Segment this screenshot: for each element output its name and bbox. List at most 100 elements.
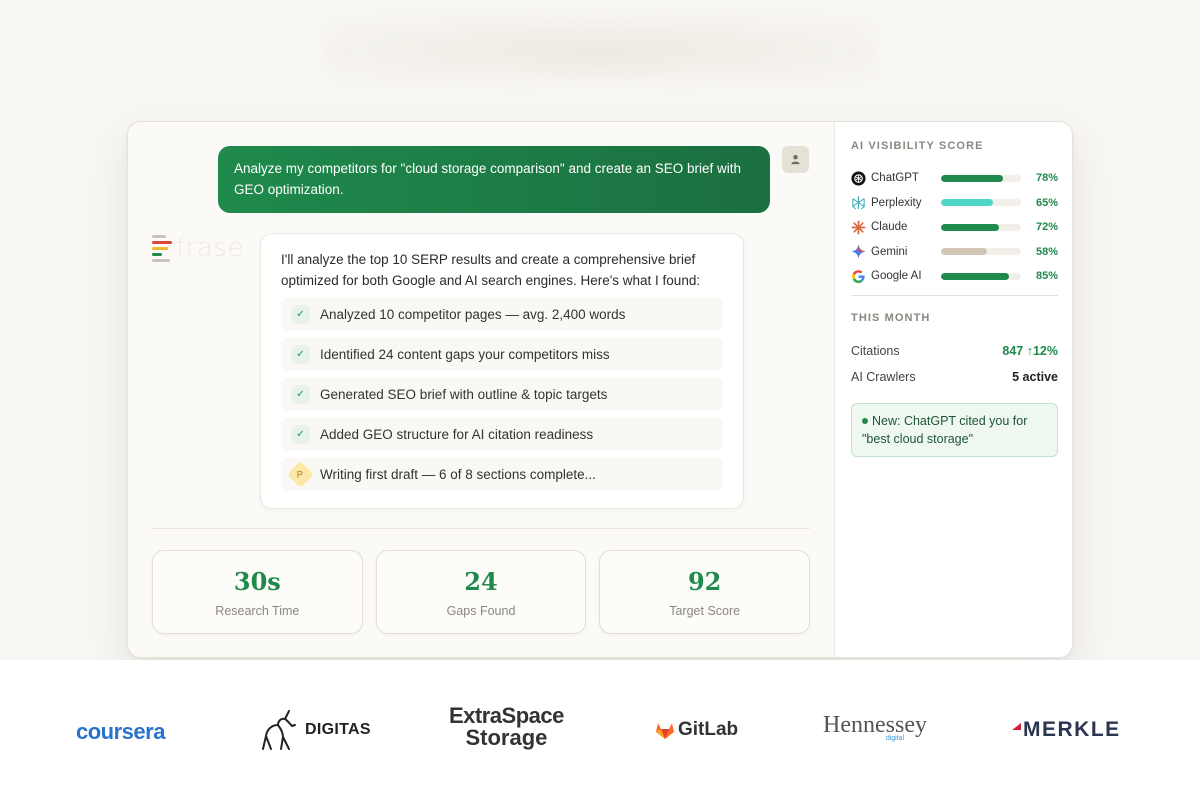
digitas-logo: DIGITAS: [259, 709, 371, 751]
citation-notice[interactable]: New: ChatGPT cited you for "best cloud s…: [851, 403, 1058, 457]
user-icon: [791, 155, 800, 165]
merkle-mark-icon: [1012, 723, 1021, 730]
stat-value: 30s: [233, 566, 281, 596]
score-name: Google AI: [871, 270, 922, 283]
step-label: Identified 24 content gaps your competit…: [320, 347, 610, 362]
extraspace-line2: Storage: [465, 725, 548, 750]
step-label: Writing first draft — 6 of 8 sections co…: [320, 467, 596, 482]
extraspace-line1: ExtraSpace: [449, 703, 564, 728]
score-name: ChatGPT: [871, 172, 919, 185]
score-list: ChatGPT 78% Perplexity 65% Claude 72% Ge…: [851, 166, 1058, 289]
check-icon: ✓: [291, 385, 310, 404]
gitlab-fox-icon: [656, 722, 674, 739]
step-label: Generated SEO brief with outline & topic…: [320, 387, 608, 402]
gemini-icon: [851, 244, 866, 259]
score-row-claude: Claude 72%: [851, 215, 1058, 240]
step-item: ✓ Added GEO structure for AI citation re…: [281, 418, 723, 451]
unicorn-icon: [262, 710, 296, 750]
visibility-heading: AI VISIBILITY SCORE: [851, 140, 984, 152]
score-bar: [941, 272, 1021, 280]
hennessey-wordmark: Hennessey: [823, 712, 927, 738]
month-heading: THIS MONTH: [851, 312, 931, 324]
score-bar: [941, 248, 1021, 256]
hennessey-logo: Hennessey digital: [823, 712, 927, 742]
merkle-wordmark: MERKLE: [1023, 718, 1121, 741]
score-fill: [941, 272, 1009, 280]
score-fill: [941, 248, 988, 256]
score-percent: 65%: [1035, 196, 1058, 209]
score-bar: [941, 174, 1021, 182]
user-message: Analyze my competitors for "cloud storag…: [218, 146, 770, 213]
step-item: ✓ Analyzed 10 competitor pages — avg. 2,…: [281, 298, 723, 331]
score-row-chatgpt: ChatGPT 78%: [851, 166, 1058, 191]
check-icon: ✓: [291, 305, 310, 324]
score-percent: 58%: [1035, 245, 1058, 258]
gitlab-logo: GitLab: [655, 719, 738, 741]
score-row-google-ai: Google AI 85%: [851, 264, 1058, 289]
chat-pane: Analyze my competitors for "cloud storag…: [128, 122, 834, 657]
google-icon: [851, 269, 866, 284]
step-item: ✓ Identified 24 content gaps your compet…: [281, 338, 723, 371]
visibility-sidebar: AI VISIBILITY SCORE ChatGPT 78% Perplexi…: [834, 122, 1072, 657]
assistant-message: I'll analyze the top 10 SERP results and…: [260, 233, 744, 509]
stat-label: Gaps Found: [446, 603, 516, 618]
citations-label: Citations: [851, 344, 900, 358]
stat-value: 24: [464, 566, 498, 596]
extraspace-logo: ExtraSpace Storage: [449, 705, 564, 749]
user-avatar[interactable]: [782, 146, 809, 173]
score-name: Claude: [871, 221, 908, 234]
citations-row: Citations 847 ↑12%: [851, 344, 1058, 358]
customer-logo-strip: coursera DIGITAS ExtraSpace Storage GitL…: [0, 660, 1200, 800]
progress-steps: ✓ Analyzed 10 competitor pages — avg. 2,…: [281, 298, 723, 491]
brand-logo: frase: [152, 232, 262, 264]
score-fill: [941, 199, 993, 207]
gitlab-wordmark: GitLab: [678, 719, 739, 740]
stats-row: 30s Research Time 24 Gaps Found 92 Targe…: [152, 550, 811, 634]
score-row-gemini: Gemini 58%: [851, 240, 1058, 265]
brand-bars-icon: [152, 234, 172, 262]
brand-wordmark: frase: [176, 233, 244, 263]
crawlers-row: AI Crawlers 5 active: [851, 370, 1058, 384]
digitas-wordmark: DIGITAS: [305, 721, 371, 738]
notice-text: New: ChatGPT cited you for "best cloud s…: [862, 414, 1028, 446]
chatgpt-icon: [851, 171, 866, 186]
coursera-logo: coursera: [76, 719, 165, 744]
score-row-perplexity: Perplexity 65%: [851, 191, 1058, 216]
score-fill: [941, 174, 1004, 182]
step-label: Analyzed 10 competitor pages — avg. 2,40…: [320, 307, 626, 322]
stat-value: 92: [687, 566, 722, 596]
stat-label: Target Score: [669, 603, 741, 618]
stat-card-gaps-found: 24 Gaps Found: [375, 550, 587, 634]
divider: [152, 528, 810, 529]
demo-card: Analyze my competitors for "cloud storag…: [127, 121, 1073, 658]
pending-icon: P: [287, 461, 314, 488]
claude-icon: [851, 220, 866, 235]
sidebar-divider: [851, 295, 1058, 296]
score-percent: 78%: [1035, 172, 1058, 185]
stat-card-research-time: 30s Research Time: [152, 550, 363, 634]
citations-value: 847 ↑12%: [1002, 344, 1058, 358]
check-icon: ✓: [291, 345, 310, 364]
score-name: Gemini: [871, 245, 908, 258]
perplexity-icon: [851, 195, 866, 210]
hennessey-sub: digital: [885, 735, 905, 742]
merkle-logo: MERKLE: [1012, 718, 1121, 742]
score-percent: 85%: [1035, 270, 1058, 283]
stat-label: Research Time: [215, 603, 300, 618]
top-glow: [330, 20, 870, 80]
step-item-in-progress: P Writing first draft — 6 of 8 sections …: [281, 458, 723, 491]
score-bar: [941, 223, 1021, 231]
score-fill: [941, 223, 999, 231]
score-name: Perplexity: [871, 196, 922, 209]
assistant-intro: I'll analyze the top 10 SERP results and…: [281, 252, 701, 288]
check-icon: ✓: [291, 425, 310, 444]
score-bar: [941, 199, 1021, 207]
user-message-text: Analyze my competitors for "cloud storag…: [234, 161, 742, 197]
step-label: Added GEO structure for AI citation read…: [320, 427, 594, 442]
stat-card-target-score: 92 Target Score: [599, 550, 811, 634]
live-dot-icon: [862, 417, 868, 424]
score-percent: 72%: [1035, 221, 1058, 234]
step-item: ✓ Generated SEO brief with outline & top…: [281, 378, 723, 411]
crawlers-label: AI Crawlers: [851, 370, 916, 384]
crawlers-value: 5 active: [1012, 370, 1058, 384]
